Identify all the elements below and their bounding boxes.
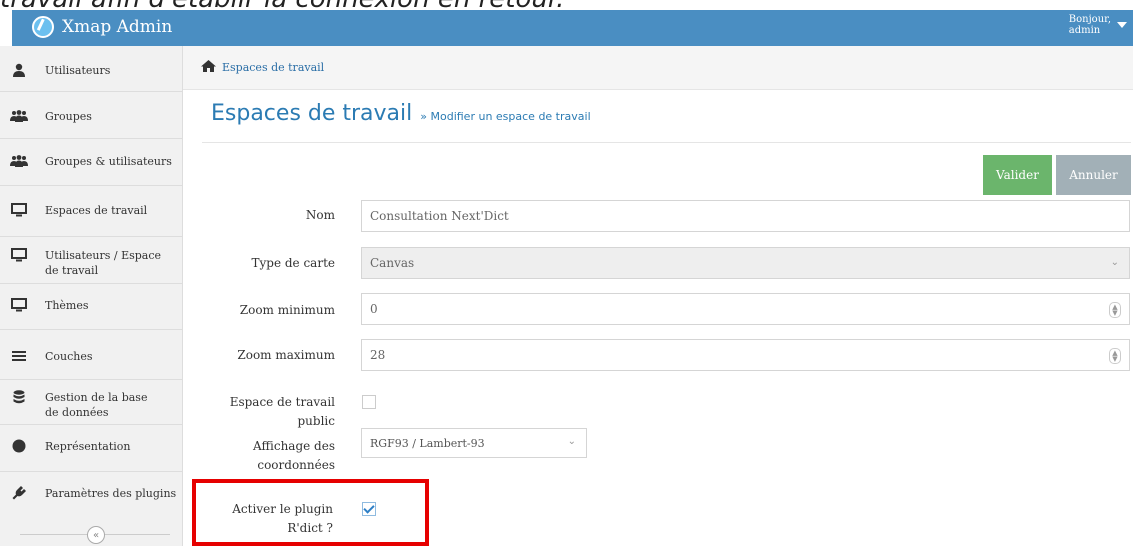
sidebar: Utilisateurs Groupes Groupes & utilisate…	[0, 46, 183, 546]
sidebar-item-espaces-de-travail[interactable]: Espaces de travail	[0, 186, 182, 237]
validate-button[interactable]: Valider	[983, 155, 1052, 195]
cancel-button[interactable]: Annuler	[1056, 155, 1131, 195]
monitor-icon	[10, 298, 28, 312]
page-subtitle: » Modifier un espace de travail	[420, 110, 591, 123]
xmap-logo-icon	[32, 16, 54, 38]
sidebar-item-label: Groupes & utilisateurs	[45, 155, 172, 168]
sidebar-item-label: Gestion de la base de données	[45, 391, 148, 419]
group-icon	[10, 109, 28, 123]
zoom-min-label: Zoom minimum	[239, 303, 335, 317]
sidebar-item-groupes[interactable]: Groupes	[0, 92, 182, 139]
group-icon	[10, 154, 28, 168]
plug-icon	[10, 486, 28, 500]
zoom-max-label: Zoom maximum	[237, 348, 335, 362]
top-navbar: Xmap Admin Bonjour, admin	[12, 10, 1133, 46]
sidebar-item-label: Groupes	[45, 110, 92, 123]
public-label: Espace de travail public	[229, 395, 335, 428]
bars-icon	[10, 349, 28, 363]
type-carte-label: Type de carte	[251, 256, 335, 270]
chevron-down-icon: ⌄	[567, 436, 576, 447]
home-icon[interactable]	[201, 60, 216, 75]
monitor-icon	[10, 248, 28, 262]
sidebar-item-label: Couches	[45, 350, 93, 363]
brand[interactable]: Xmap Admin	[32, 16, 172, 38]
circle-icon	[10, 439, 28, 453]
zoom-max-field[interactable]: 28 ▲ ▼	[361, 339, 1130, 371]
zoom-max-value: 28	[370, 348, 386, 362]
nom-value: Consultation Next'Dict	[370, 209, 509, 223]
sidebar-item-label: Paramètres des plugins	[45, 487, 177, 500]
database-icon	[10, 390, 28, 404]
zoom-min-value: 0	[370, 302, 378, 316]
sidebar-item-representation[interactable]: Représentation	[0, 425, 182, 472]
sidebar-item-couches[interactable]: Couches	[0, 330, 182, 380]
user-menu[interactable]: Bonjour, admin	[1069, 14, 1127, 36]
nom-field[interactable]: Consultation Next'Dict	[361, 200, 1130, 232]
collapse-sidebar-button[interactable]: «	[87, 526, 105, 544]
plugin-checkbox[interactable]	[362, 502, 376, 516]
sidebar-item-label: Représentation	[45, 440, 131, 453]
page-title-main: Espaces de travail	[211, 101, 413, 126]
coords-select[interactable]: RGF93 / Lambert-93 ⌄	[361, 428, 587, 458]
page-title: Espaces de travail » Modifier un espace …	[211, 101, 591, 126]
sidebar-item-label: Thèmes	[45, 299, 89, 312]
sidebar-item-gestion-bdd[interactable]: Gestion de la base de données	[0, 380, 182, 425]
brand-name: Xmap Admin	[62, 17, 173, 37]
monitor-icon	[10, 203, 28, 217]
chevron-down-icon: ⌄	[1110, 257, 1119, 268]
sidebar-item-label: Espaces de travail	[45, 204, 148, 217]
type-carte-select[interactable]: Canvas ⌄	[361, 247, 1130, 279]
sidebar-item-themes[interactable]: Thèmes	[0, 284, 182, 330]
user-icon	[10, 63, 28, 77]
spinner-icon[interactable]: ▲ ▼	[1109, 348, 1121, 364]
sidebar-item-label: Utilisateurs / Espace de travail	[45, 249, 162, 277]
document-caption-fragment: travail afin d'établir la connexion en r…	[0, 0, 700, 10]
sidebar-item-groupes-utilisateurs[interactable]: Groupes & utilisateurs	[0, 139, 182, 186]
nom-label: Nom	[305, 208, 335, 222]
user-name: admin	[1068, 25, 1101, 36]
breadcrumb: Espaces de travail	[183, 46, 1133, 90]
coords-value: RGF93 / Lambert-93	[370, 436, 485, 450]
sidebar-item-utilisateurs-espace[interactable]: Utilisateurs / Espace de travail	[0, 237, 182, 284]
plugin-label: Activer le plugin R'dict ?	[232, 502, 333, 535]
caret-down-icon	[1117, 22, 1127, 28]
zoom-min-field[interactable]: 0 ▲ ▼	[361, 293, 1130, 325]
public-checkbox[interactable]	[362, 395, 376, 409]
breadcrumb-link[interactable]: Espaces de travail	[222, 61, 324, 74]
coords-label: Affichage des coordonnées	[253, 439, 335, 472]
user-greeting: Bonjour,	[1068, 14, 1111, 25]
type-carte-value: Canvas	[370, 256, 415, 270]
divider	[202, 142, 1131, 143]
sidebar-item-utilisateurs[interactable]: Utilisateurs	[0, 46, 182, 92]
spinner-icon[interactable]: ▲ ▼	[1109, 302, 1121, 318]
sidebar-item-label: Utilisateurs	[45, 64, 111, 77]
